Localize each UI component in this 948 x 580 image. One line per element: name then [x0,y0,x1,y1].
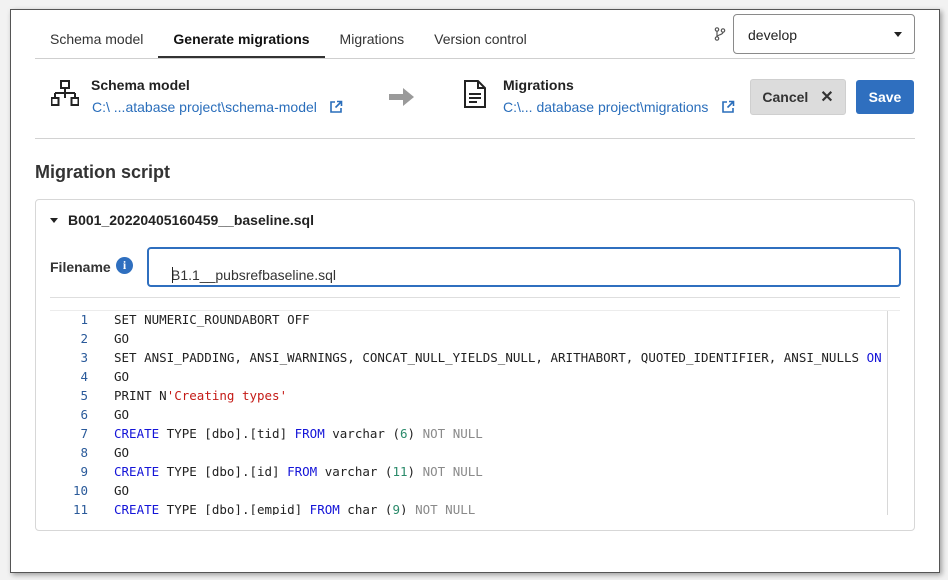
line-number: 11 [72,502,88,515]
code-editor[interactable]: 11 CREATE TYPE [dbo].[empid] FROM char (9… [50,310,900,515]
line-number: 10 [72,483,88,498]
code-token: ON [866,350,882,365]
code-token: FROM [294,426,325,441]
code-token: ) [407,426,423,441]
line-number: 6 [80,407,88,422]
target-path-link[interactable]: C:\... database project\migrations [503,99,708,115]
editor-scrollbar[interactable] [887,311,900,515]
code-token: varchar ( [324,426,400,441]
git-branch-icon [714,27,726,41]
script-panel-header[interactable]: B001_20220405160459__baseline.sql [50,212,314,228]
filename-input[interactable]: B1.1__pubsrefbaseline.sql [147,247,901,287]
code-token: 9 [392,502,400,515]
code-token: FROM [309,502,340,515]
header-divider [35,138,915,139]
cancel-button-label: Cancel [762,89,809,105]
source-title: Schema model [91,77,190,93]
code-line: 11 CREATE TYPE [dbo].[empid] FROM char (9… [50,502,475,515]
code-token: GO [114,331,130,346]
code-token: 11 [392,464,408,479]
external-link-icon[interactable] [329,100,343,114]
document-icon [464,80,486,108]
save-button[interactable]: Save [856,80,914,114]
branch-select-value: develop [748,27,798,43]
code-token: CREATE [114,502,160,515]
code-line: 8 GO [50,445,129,464]
external-link-icon[interactable] [721,100,735,114]
cancel-button[interactable]: Cancel ✕ [750,79,846,115]
code-token: GO [114,369,130,384]
code-token: ) [407,464,423,479]
code-token: SET NUMERIC_ROUNDABORT OFF [114,312,310,327]
code-line: 9 CREATE TYPE [dbo].[id] FROM varchar (11… [50,464,483,483]
code-token: ) [400,502,416,515]
filename-value: B1.1__pubsrefbaseline.sql [171,267,337,283]
code-line: 2 GO [50,331,129,350]
code-token: TYPE [dbo].[tid] [159,426,295,441]
line-number: 4 [80,369,88,384]
arrow-right-icon [389,88,414,106]
target-title: Migrations [503,77,574,93]
code-line: 5 PRINT N'Creating types' [50,388,287,407]
code-line: 7 CREATE TYPE [dbo].[tid] FROM varchar (6… [50,426,483,445]
tab-bar: Schema model Generate migrations Migrati… [35,10,542,58]
code-token: GO [114,407,130,422]
line-number: 9 [80,464,88,479]
code-token: GO [114,483,130,498]
code-token: FROM [287,464,318,479]
line-number: 2 [80,331,88,346]
code-token: TYPE [dbo].[empid] [159,502,310,515]
code-token: CREATE [114,464,160,479]
source-path-link[interactable]: C:\ ...atabase project\schema-model [92,99,317,115]
code-line: 10 GO [50,483,129,502]
close-icon: ✕ [820,89,834,106]
code-line: 1 SET NUMERIC_ROUNDABORT OFF [50,312,310,331]
code-token: TYPE [dbo].[id] [159,464,288,479]
text-cursor [172,267,173,283]
filename-label: Filename [50,259,111,275]
collapse-triangle-icon [50,217,58,223]
script-panel: B001_20220405160459__baseline.sql Filena… [35,199,915,531]
code-line: 4 GO [50,369,129,388]
code-token: NOT NULL [422,464,483,479]
tab-generate-migrations[interactable]: Generate migrations [158,10,325,58]
line-number: 8 [80,445,88,460]
panel-divider [50,297,900,298]
code-line: 6 GO [50,407,129,426]
code-token: NOT NULL [415,502,476,515]
line-number: 5 [80,388,88,403]
info-icon[interactable]: i [116,257,133,274]
migration-dialog: Schema model Generate migrations Migrati… [10,9,940,573]
tab-migrations[interactable]: Migrations [325,10,420,58]
code-token: CREATE [114,426,160,441]
chevron-down-icon [894,32,902,37]
section-title: Migration script [35,162,171,182]
line-number: 7 [80,426,88,441]
branch-select[interactable]: develop [733,14,915,54]
code-token: PRINT N [114,388,167,403]
tab-schema-model[interactable]: Schema model [35,10,158,58]
code-token: NOT NULL [422,426,483,441]
code-token: 6 [400,426,408,441]
code-token: SET ANSI_PADDING, ANSI_WARNINGS, CONCAT_… [114,350,867,365]
tab-divider [35,58,915,59]
code-token: GO [114,445,130,460]
schema-hierarchy-icon [51,80,79,106]
script-name: B001_20220405160459__baseline.sql [68,212,314,228]
line-number: 1 [80,312,88,327]
code-token: char ( [339,502,393,515]
code-line: 3 SET ANSI_PADDING, ANSI_WARNINGS, CONCAT… [50,350,882,369]
code-token: 'Creating types' [166,388,288,403]
line-number: 3 [80,350,88,365]
tab-version-control[interactable]: Version control [419,10,542,58]
code-token: varchar ( [317,464,393,479]
